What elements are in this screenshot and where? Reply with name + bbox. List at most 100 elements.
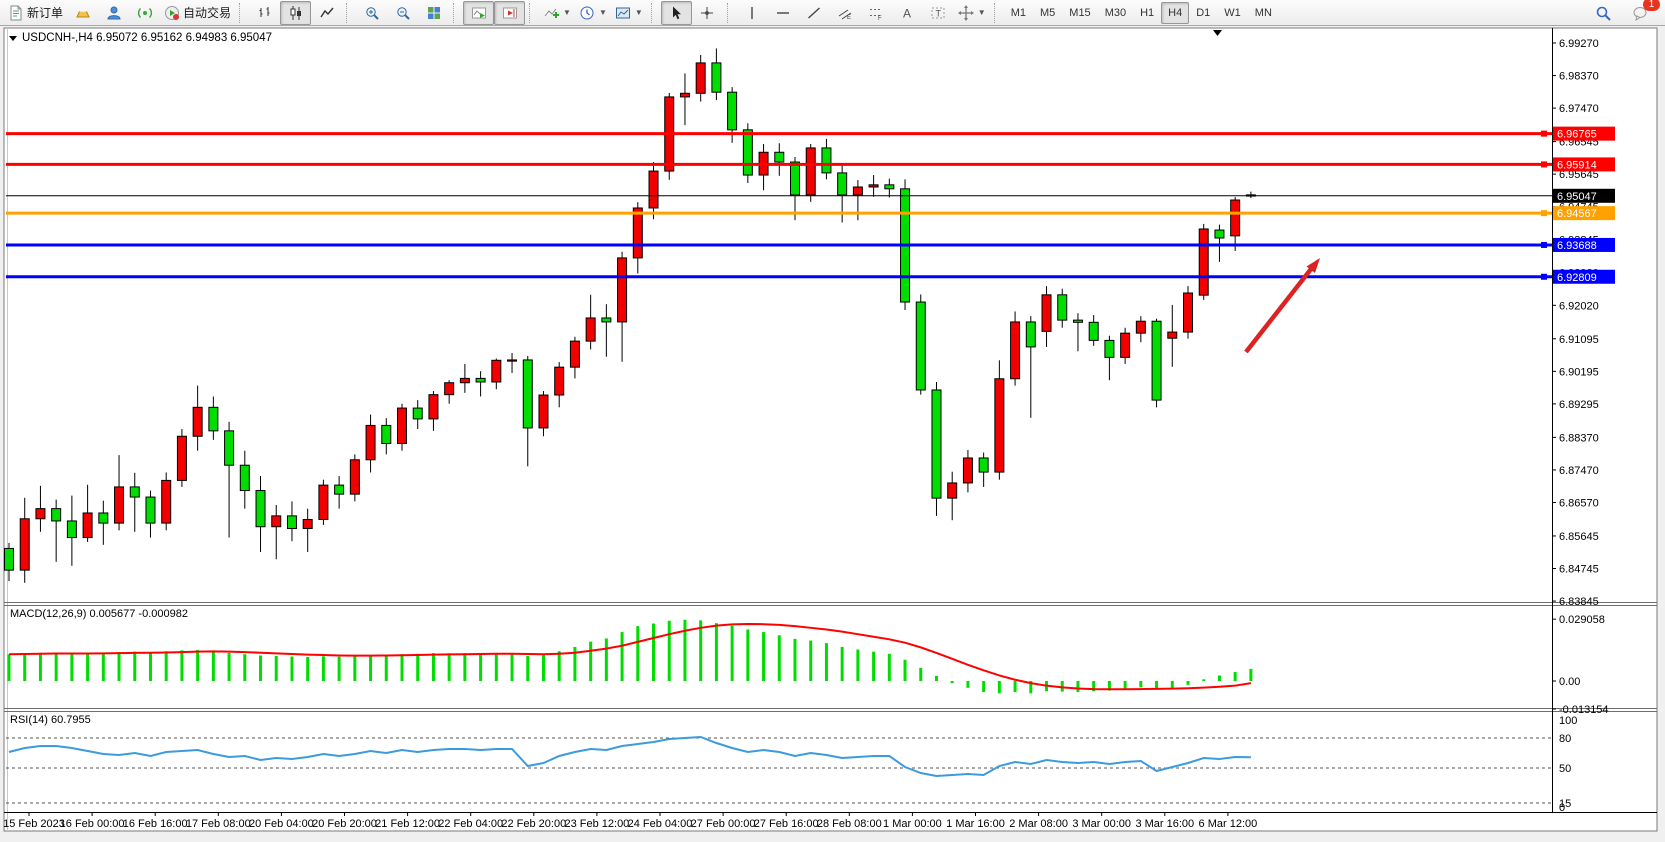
svg-text:1 Mar 00:00: 1 Mar 00:00 [883, 818, 942, 830]
vertical-line-button[interactable] [737, 1, 768, 25]
macd-histogram-bar [935, 676, 938, 681]
candle-body [508, 360, 517, 361]
timeframe-w1-button[interactable]: W1 [1217, 2, 1248, 24]
pivot-line-handle[interactable] [1541, 210, 1547, 216]
fibonacci-button[interactable]: F [861, 1, 892, 25]
line-chart-button[interactable] [311, 1, 342, 25]
candle-body [209, 407, 218, 431]
candle-body [445, 383, 454, 395]
crosshair-icon [699, 5, 715, 21]
channel-button[interactable]: E [830, 1, 861, 25]
timeframe-h1-button[interactable]: H1 [1133, 2, 1161, 24]
candle-body [696, 63, 705, 93]
svg-text:3 Mar 16:00: 3 Mar 16:00 [1135, 818, 1194, 830]
candle-body [728, 92, 737, 130]
resistance-1-badge: 6.96765 [1553, 127, 1615, 141]
macd-histogram-bar [23, 654, 26, 681]
horizontal-line-button[interactable] [768, 1, 799, 25]
auto-trading-button-label: 自动交易 [183, 4, 231, 21]
tline-icon [806, 5, 822, 21]
support-line-2-handle[interactable] [1541, 274, 1547, 280]
bar-chart-button[interactable] [249, 1, 280, 25]
candle-body [539, 395, 548, 428]
candle-body [52, 509, 61, 521]
market-watch-button[interactable] [98, 1, 129, 25]
trendline-button[interactable] [799, 1, 830, 25]
chart-window[interactable]: 6.992706.983706.974706.965456.956456.947… [0, 26, 1665, 842]
candle-body [20, 519, 29, 570]
macd-histogram-bar [1139, 681, 1142, 687]
svg-text:50: 50 [1559, 763, 1571, 775]
candle-body [1136, 321, 1145, 333]
svg-text:15 Feb 2023: 15 Feb 2023 [3, 818, 65, 830]
svg-text:0: 0 [1559, 802, 1565, 814]
timeframe-d1-button[interactable]: D1 [1189, 2, 1217, 24]
timeframe-m1-button[interactable]: M1 [1004, 2, 1033, 24]
cursor-button[interactable] [661, 1, 692, 25]
support-line-1-handle[interactable] [1541, 242, 1547, 248]
svg-text:3 Mar 00:00: 3 Mar 00:00 [1072, 818, 1131, 830]
auto-trading-button[interactable]: 自动交易 [160, 1, 235, 25]
candle-body [633, 208, 642, 258]
autoscroll-icon [471, 5, 487, 21]
macd-histogram-bar [558, 651, 561, 681]
macd-histogram-bar [778, 635, 781, 681]
candle-body [916, 302, 925, 390]
timeframe-m5-button[interactable]: M5 [1033, 2, 1062, 24]
gold-icon-button[interactable] [67, 1, 98, 25]
zoomin-icon [364, 5, 380, 21]
arrows-button[interactable]: ▼ [954, 1, 990, 25]
macd-histogram-bar [118, 652, 121, 681]
candle-body [995, 379, 1004, 472]
macd-histogram-bar [8, 654, 11, 681]
timeframe-h4-button[interactable]: H4 [1161, 2, 1189, 24]
candle-body [1215, 230, 1224, 238]
candle-body [806, 148, 815, 195]
tile-windows-button[interactable] [418, 1, 449, 25]
search-button[interactable] [1587, 1, 1618, 25]
zoomout-icon [395, 5, 411, 21]
svg-text:6.83845: 6.83845 [1559, 596, 1599, 608]
linechart-icon [319, 5, 335, 21]
signals-button[interactable] [129, 1, 160, 25]
periods-button[interactable]: ▼ [575, 1, 611, 25]
timeframe-mn-button[interactable]: MN [1248, 2, 1279, 24]
candle-body [319, 485, 328, 519]
zoom-out-button[interactable] [387, 1, 418, 25]
chart-shift-button[interactable] [494, 1, 525, 25]
templates-button[interactable]: ▼ [611, 1, 647, 25]
macd-histogram-bar [951, 681, 954, 683]
svg-text:22 Feb 04:00: 22 Feb 04:00 [438, 818, 503, 830]
candlestick-chart-button[interactable] [280, 1, 311, 25]
svg-text:27 Feb 16:00: 27 Feb 16:00 [754, 818, 819, 830]
text-label-button[interactable]: T [923, 1, 954, 25]
svg-text:6.88370: 6.88370 [1559, 432, 1599, 444]
toolbar-separator [727, 3, 734, 23]
timeframe-m15-button[interactable]: M15 [1062, 2, 1097, 24]
candle-body [1152, 321, 1161, 400]
svg-text:T: T [936, 8, 942, 18]
auto-scroll-button[interactable] [463, 1, 494, 25]
new-order-button[interactable]: 新订单 [4, 1, 67, 25]
candle-body [1058, 295, 1067, 320]
svg-text:6.98370: 6.98370 [1559, 71, 1599, 83]
candle-body [225, 431, 234, 465]
crosshair-button[interactable] [692, 1, 723, 25]
candle-body [523, 360, 532, 428]
svg-text:6.87470: 6.87470 [1559, 465, 1599, 477]
macd-histogram-bar [668, 621, 671, 681]
chart-title[interactable]: USDCNH-,H4 6.95072 6.95162 6.94983 6.950… [9, 32, 272, 44]
text-button[interactable]: A [892, 1, 923, 25]
macd-histogram-bar [1014, 681, 1017, 692]
macd-histogram-bar [243, 654, 246, 681]
zoom-in-button[interactable] [356, 1, 387, 25]
macd-histogram-bar [762, 632, 765, 681]
timeframe-m30-button[interactable]: M30 [1098, 2, 1133, 24]
resistance-line-2-handle[interactable] [1541, 161, 1547, 167]
resistance-line-1-handle[interactable] [1541, 131, 1547, 137]
svg-text:F: F [878, 16, 882, 21]
macd-histogram-bar [888, 654, 891, 681]
macd-histogram-bar [86, 654, 89, 681]
add-indicator-button[interactable]: ▼ [539, 1, 575, 25]
notifications-button[interactable]: 1 [1624, 1, 1655, 25]
